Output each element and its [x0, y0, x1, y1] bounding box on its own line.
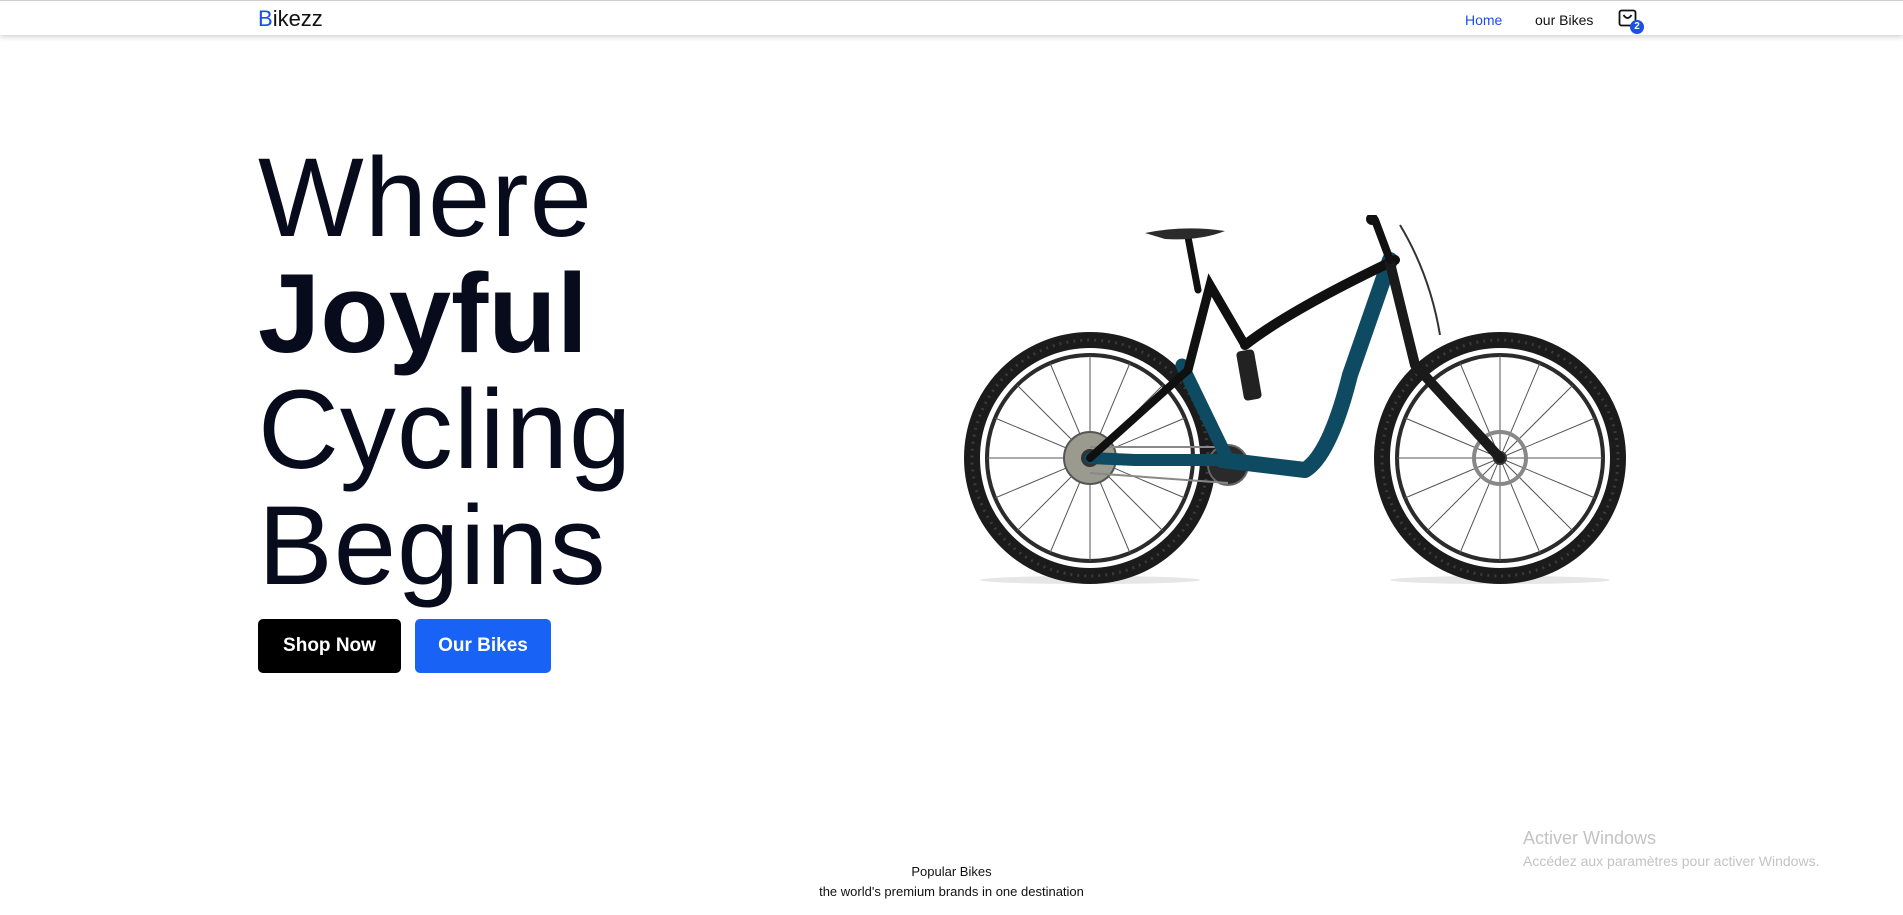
windows-activation-subtitle: Accédez aux paramètres pour activer Wind…	[1523, 853, 1820, 869]
shop-now-button[interactable]: Shop Now	[258, 619, 401, 673]
hero-line-begins: Begins	[258, 483, 607, 608]
hero-line-where: Where	[258, 135, 593, 260]
cart-button[interactable]: 2	[1618, 9, 1644, 34]
brand-rest: ikezz	[272, 6, 323, 31]
windows-activation-title: Activer Windows	[1523, 828, 1657, 848]
hero-line-cycling: Cycling	[258, 367, 633, 492]
nav-home-link[interactable]: Home	[1465, 11, 1502, 29]
brand-initial: B	[258, 6, 273, 31]
brand-logo[interactable]: Bikezz	[258, 6, 323, 32]
navbar: Bikezz Home our Bikes 2	[0, 0, 1903, 35]
hero-line-joyful: Joyful	[258, 251, 588, 376]
our-bikes-button[interactable]: Our Bikes	[415, 619, 551, 673]
mountain-bike-image	[964, 215, 1626, 584]
hero-headline: Where Joyful Cycling Begins	[258, 140, 632, 604]
cart-count-badge: 2	[1630, 20, 1644, 34]
popular-bikes-subtitle: the world's premium brands in one destin…	[819, 884, 1084, 899]
nav-our-bikes-link[interactable]: our Bikes	[1535, 11, 1593, 29]
